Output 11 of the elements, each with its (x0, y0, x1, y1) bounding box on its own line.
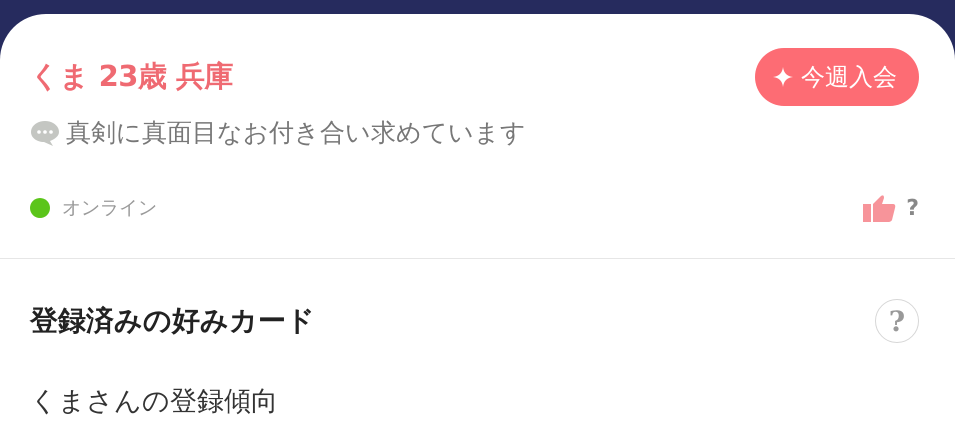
section-subtitle: くまさんの登録傾向 (30, 385, 279, 419)
profile-heading: くま 23歳 兵庫 (30, 58, 234, 95)
status-label: オンライン (62, 196, 157, 221)
sparkle-icon (773, 67, 793, 87)
like-mark: ? (906, 196, 919, 220)
new-member-badge[interactable]: 今週入会 (755, 48, 919, 106)
thumbs-up-icon[interactable] (863, 194, 896, 222)
speech-bubble-icon (30, 118, 60, 146)
help-button[interactable]: ? (875, 299, 919, 343)
profile-message: 真剣に真面目なお付き合い求めています (66, 117, 526, 149)
section-title: 登録済みの好みカード (30, 303, 315, 339)
